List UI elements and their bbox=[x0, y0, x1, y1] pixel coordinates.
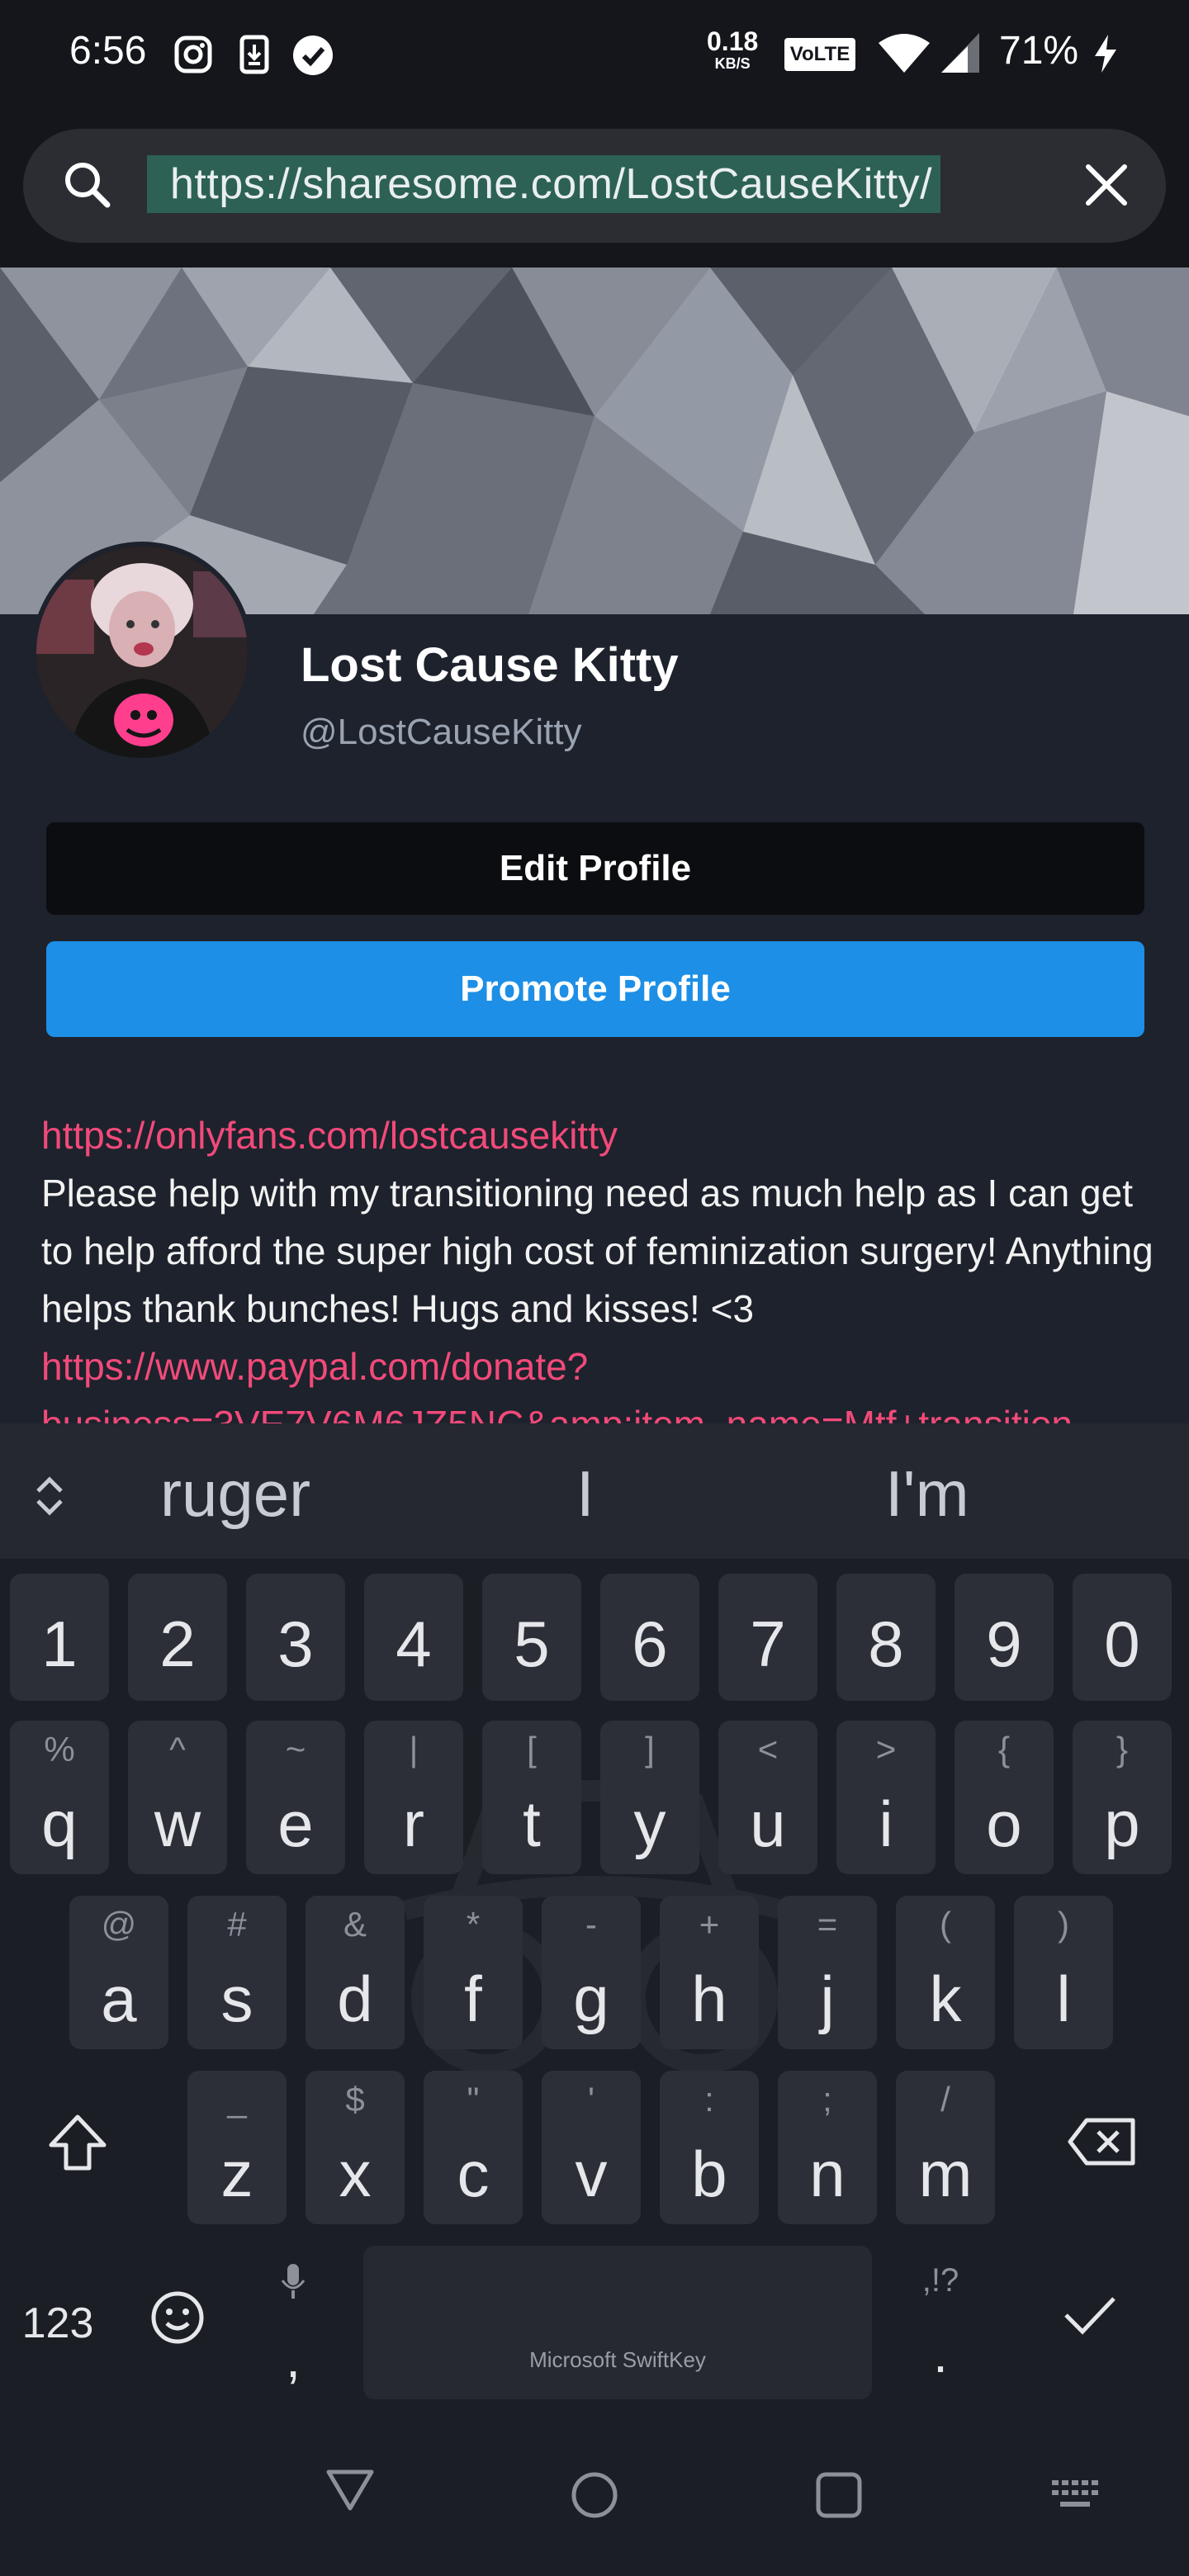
key-d[interactable]: & d bbox=[306, 1896, 405, 2049]
microphone-icon bbox=[281, 2264, 306, 2299]
shift-icon bbox=[49, 2114, 107, 2171]
download-icon bbox=[239, 35, 269, 78]
key-l[interactable]: ) l bbox=[1014, 1896, 1113, 2049]
browser-toolbar: https://sharesome.com/LostCauseKitty/ bbox=[0, 107, 1189, 268]
profile-name: Lost Cause Kitty bbox=[301, 638, 679, 692]
key-2[interactable]: 2 bbox=[128, 1574, 227, 1701]
charging-icon bbox=[1092, 33, 1120, 78]
volte-badge: VoLTE bbox=[784, 38, 855, 71]
enter-key[interactable] bbox=[1057, 2292, 1123, 2350]
shift-key[interactable] bbox=[36, 2110, 119, 2193]
edit-profile-button[interactable]: Edit Profile bbox=[46, 822, 1144, 915]
numbers-toggle-key[interactable]: 123 bbox=[17, 2299, 99, 2348]
key-o[interactable]: {o bbox=[955, 1721, 1054, 1874]
key-3[interactable]: 3 bbox=[246, 1574, 345, 1701]
key-r[interactable]: | r bbox=[364, 1721, 463, 1874]
key-v[interactable]: ' v bbox=[542, 2071, 641, 2224]
network-speed: 0.18 KB/S bbox=[707, 26, 759, 72]
key-n[interactable]: ; n bbox=[778, 2071, 877, 2224]
profile-handle: @LostCauseKitty bbox=[301, 712, 582, 752]
key-7[interactable]: 7 bbox=[718, 1574, 817, 1701]
space-bar[interactable]: Microsoft SwiftKey bbox=[363, 2246, 872, 2399]
bio-link-onlyfans[interactable]: https://onlyfans.com/lostcausekitty bbox=[41, 1106, 1164, 1164]
wifi-icon bbox=[877, 31, 931, 78]
key-q[interactable]: % q bbox=[10, 1721, 109, 1874]
check-circle-icon bbox=[292, 35, 334, 80]
comma-key[interactable]: , bbox=[248, 2249, 339, 2406]
back-nav-icon[interactable] bbox=[325, 2467, 375, 2517]
keyboard: ruger I I'm 1 2 3 4 5 6 7 8 9 0 % q ^ w ~ e… bbox=[0, 1423, 1189, 2424]
key-j[interactable]: = j bbox=[778, 1896, 877, 2049]
suggestion-2[interactable]: I bbox=[576, 1456, 594, 1532]
key-z[interactable]: _ z bbox=[187, 2071, 287, 2224]
instagram-icon bbox=[173, 35, 213, 78]
key-4[interactable]: 4 bbox=[364, 1574, 463, 1701]
battery-percent: 71% bbox=[999, 29, 1079, 73]
keyboard-hide-icon[interactable] bbox=[1050, 2479, 1100, 2516]
key-h[interactable]: + h bbox=[660, 1896, 759, 2049]
suggestion-bar: ruger I I'm bbox=[0, 1423, 1189, 1559]
key-p[interactable]: } p bbox=[1073, 1721, 1172, 1874]
promote-profile-button[interactable]: Promote Profile bbox=[46, 941, 1144, 1037]
bio-text: Please help with my transitioning need a… bbox=[41, 1172, 1153, 1330]
key-8[interactable]: 8 bbox=[836, 1574, 936, 1701]
suggestion-1[interactable]: ruger bbox=[160, 1456, 310, 1532]
emoji-key[interactable] bbox=[149, 2290, 206, 2348]
checkmark-icon bbox=[1064, 2297, 1116, 2335]
period-key[interactable]: ,!? . bbox=[895, 2249, 986, 2406]
bio-link-paypal[interactable]: https://www.paypal.com/donate? bbox=[41, 1338, 1164, 1395]
home-nav-icon[interactable] bbox=[570, 2470, 619, 2524]
key-1[interactable]: 1 bbox=[10, 1574, 109, 1701]
key-x[interactable]: $ x bbox=[306, 2071, 405, 2224]
key-u[interactable]: < u bbox=[718, 1721, 817, 1874]
key-c[interactable]: " c bbox=[424, 2071, 523, 2224]
url-input[interactable]: https://sharesome.com/LostCauseKitty/ bbox=[147, 155, 941, 213]
key-6[interactable]: 6 bbox=[600, 1574, 699, 1701]
search-icon bbox=[61, 159, 114, 215]
key-e[interactable]: ~ e bbox=[246, 1721, 345, 1874]
key-i[interactable]: > i bbox=[836, 1721, 936, 1874]
recents-nav-icon[interactable] bbox=[814, 2470, 864, 2524]
key-5[interactable]: 5 bbox=[482, 1574, 581, 1701]
key-s[interactable]: # s bbox=[187, 1896, 287, 2049]
clear-url-icon[interactable] bbox=[1082, 160, 1131, 214]
profile-bio: https://onlyfans.com/lostcausekitty Plea… bbox=[41, 1106, 1164, 1428]
expand-toolbar-icon[interactable] bbox=[33, 1473, 66, 1523]
key-t[interactable]: [t bbox=[482, 1721, 581, 1874]
key-0[interactable]: 0 bbox=[1073, 1574, 1172, 1701]
key-y[interactable]: ] y bbox=[600, 1721, 699, 1874]
url-bar[interactable]: https://sharesome.com/LostCauseKitty/ bbox=[23, 129, 1166, 243]
emoji-icon bbox=[151, 2291, 204, 2344]
suggestion-3[interactable]: I'm bbox=[885, 1456, 969, 1532]
key-w[interactable]: ^ w bbox=[128, 1721, 227, 1874]
backspace-icon bbox=[1068, 2118, 1135, 2166]
avatar[interactable] bbox=[31, 542, 253, 763]
key-b[interactable]: :b bbox=[660, 2071, 759, 2224]
key-a[interactable]: @ a bbox=[69, 1896, 168, 2049]
navigation-bar bbox=[0, 2424, 1189, 2576]
status-time: 6:56 bbox=[69, 29, 147, 73]
key-9[interactable]: 9 bbox=[955, 1574, 1054, 1701]
key-m[interactable]: / m bbox=[896, 2071, 995, 2224]
key-g[interactable]: -g bbox=[542, 1896, 641, 2049]
cell-signal-icon bbox=[940, 31, 981, 78]
key-f[interactable]: * f bbox=[424, 1896, 523, 2049]
key-k[interactable]: (k bbox=[896, 1896, 995, 2049]
backspace-key[interactable] bbox=[1060, 2117, 1143, 2183]
status-bar: 6:56 0.18 KB/S VoLTE 71% bbox=[0, 0, 1189, 107]
